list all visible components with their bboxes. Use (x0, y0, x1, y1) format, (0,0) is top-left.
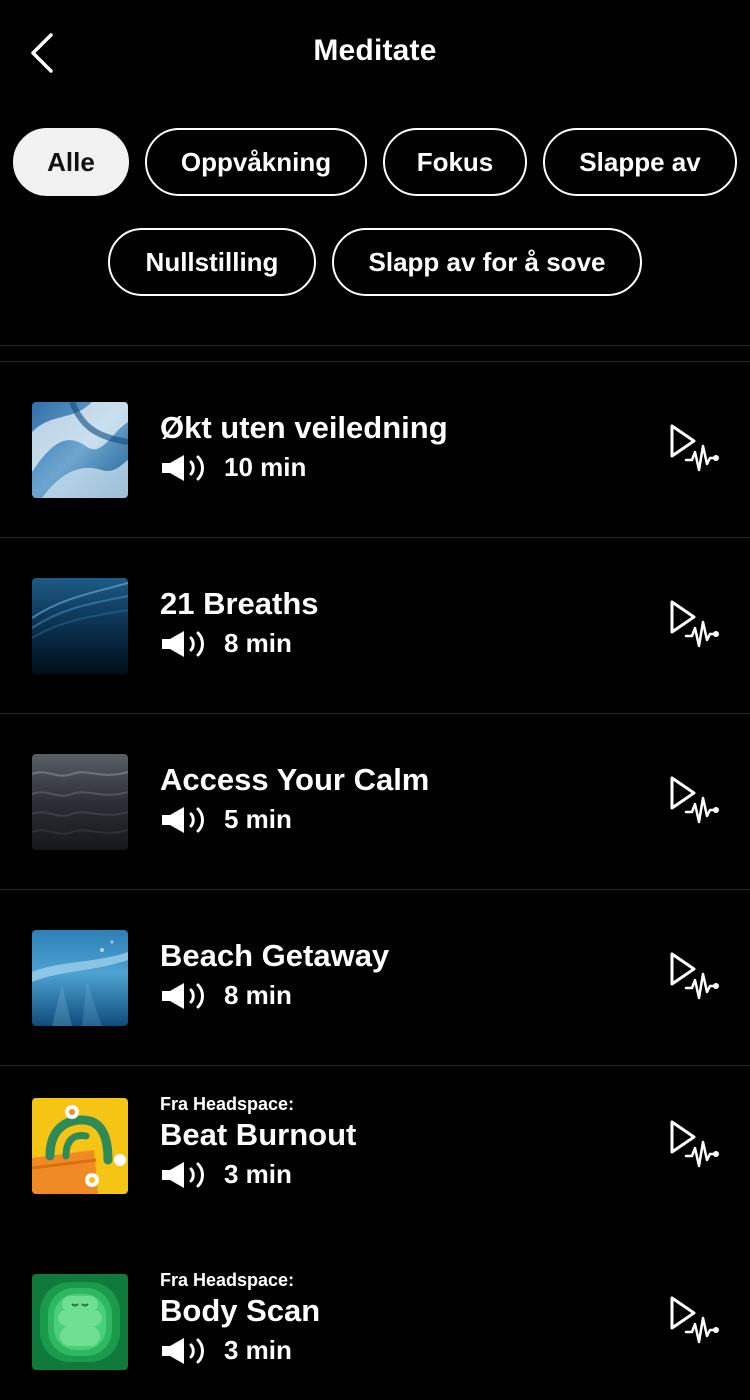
session-row[interactable]: Beach Getaway 8 min (0, 890, 750, 1066)
speaker-icon (162, 454, 204, 481)
speaker-icon (162, 630, 204, 657)
play-audio-icon (670, 1296, 719, 1344)
play-audio-icon (670, 424, 719, 472)
session-row[interactable]: Økt uten veiledning 10 min (0, 362, 750, 538)
session-source: Fra Headspace: (160, 1094, 295, 1114)
session-title: Økt uten veiledning (160, 410, 448, 445)
filter-chip-nullstilling[interactable]: Nullstilling (108, 228, 316, 296)
play-audio-button[interactable] (666, 1294, 722, 1346)
flower-pot-illustration (32, 1098, 128, 1194)
session-thumbnail (32, 930, 128, 1026)
session-meta: 8 min (160, 628, 319, 659)
filter-chip-fokus[interactable]: Fokus (383, 128, 527, 196)
session-thumbnail (32, 1098, 128, 1194)
session-text: Beach Getaway 8 min (160, 938, 389, 1011)
session-meta: 3 min (160, 1159, 356, 1190)
session-row[interactable]: Fra Headspace: Body Scan 3 min (0, 1242, 750, 1400)
play-audio-icon (670, 952, 719, 1000)
speaker-icon (162, 982, 204, 1009)
session-title: Beat Burnout (160, 1117, 357, 1152)
play-audio-icon (670, 1120, 719, 1168)
wave-sky-image (32, 402, 128, 498)
play-audio-button[interactable] (666, 774, 722, 826)
session-text: Økt uten veiledning 10 min (160, 410, 448, 483)
speaker-icon (162, 806, 204, 833)
filter-chip-slappe-av[interactable]: Slappe av (543, 128, 737, 196)
filter-chip-slapp-av-for-a-sove[interactable]: Slapp av for å sove (332, 228, 642, 296)
green-character-illustration (32, 1274, 128, 1370)
session-thumbnail (32, 578, 128, 674)
session-duration: 5 min (224, 804, 292, 834)
session-thumbnail (32, 402, 128, 498)
session-duration: 3 min (224, 1335, 292, 1365)
session-title: Beach Getaway (160, 938, 390, 973)
underwater-image (32, 930, 128, 1026)
session-text: Fra Headspace: Body Scan 3 min (160, 1270, 320, 1366)
session-title: Access Your Calm (160, 762, 430, 797)
page-title: Meditate (313, 34, 437, 67)
session-meta: 5 min (160, 804, 429, 835)
session-text: Access Your Calm 5 min (160, 762, 429, 835)
session-meta: 8 min (160, 980, 389, 1011)
session-title: 21 Breaths (160, 586, 319, 621)
grey-sea-image (32, 754, 128, 850)
session-duration: 3 min (224, 1159, 292, 1189)
play-audio-icon (670, 600, 719, 648)
play-audio-button[interactable] (666, 950, 722, 1002)
session-text: Fra Headspace: Beat Burnout 3 min (160, 1094, 356, 1190)
session-title: Body Scan (160, 1293, 321, 1328)
session-row[interactable]: Access Your Calm 5 min (0, 714, 750, 890)
play-audio-button[interactable] (666, 1118, 722, 1170)
session-row[interactable]: 21 Breaths 8 min (0, 538, 750, 714)
filter-chip-alle[interactable]: Alle (13, 128, 129, 196)
session-meta: 3 min (160, 1335, 320, 1366)
session-duration: 8 min (224, 980, 292, 1010)
play-audio-button[interactable] (666, 422, 722, 474)
divider (0, 345, 750, 346)
session-duration: 10 min (224, 452, 307, 482)
header: Meditate (0, 0, 750, 105)
play-audio-button[interactable] (666, 598, 722, 650)
session-thumbnail (32, 1274, 128, 1370)
play-audio-icon (670, 776, 719, 824)
session-text: 21 Breaths 8 min (160, 586, 319, 659)
session-thumbnail (32, 754, 128, 850)
session-meta: 10 min (160, 452, 448, 483)
session-source: Fra Headspace: (160, 1270, 295, 1290)
dark-ocean-image (32, 578, 128, 674)
speaker-icon (162, 1161, 204, 1188)
speaker-icon (162, 1337, 204, 1364)
filter-chip-oppvakning[interactable]: Oppvåkning (145, 128, 367, 196)
session-duration: 8 min (224, 628, 292, 658)
session-row[interactable]: Fra Headspace: Beat Burnout 3 min (0, 1066, 750, 1242)
